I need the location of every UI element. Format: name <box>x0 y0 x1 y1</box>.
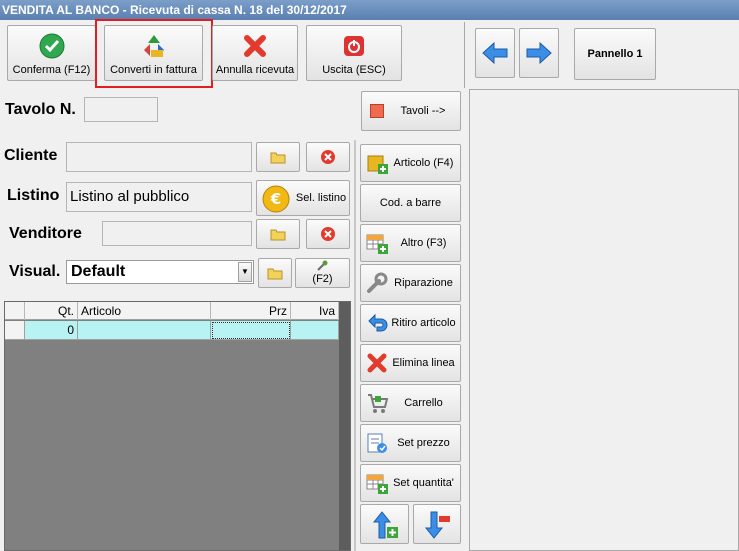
grid-add-icon <box>366 234 388 254</box>
col-qt: Qt. <box>25 302 78 320</box>
folder-icon <box>267 268 283 280</box>
price-tag-icon <box>367 433 387 453</box>
euro-coin-icon: € <box>262 185 290 213</box>
set-prezzo-label: Set prezzo <box>397 437 450 449</box>
toolbar-divider <box>464 22 465 88</box>
venditore-label: Venditore <box>9 225 82 242</box>
carrello-label: Carrello <box>404 397 443 409</box>
arrow-down-remove-icon <box>424 511 450 539</box>
f2-label: (F2) <box>312 273 333 285</box>
grid-header-indicator <box>5 302 25 320</box>
f2-button[interactable]: (F2) <box>295 258 350 288</box>
chevron-down-icon[interactable]: ▼ <box>238 262 252 282</box>
riparazione-label: Riparazione <box>394 277 453 289</box>
folder-icon <box>270 229 286 241</box>
sel-listino-button[interactable]: € Sel. listino <box>256 180 350 216</box>
set-prezzo-button[interactable]: Set prezzo <box>360 424 461 462</box>
arrow-up-add-icon <box>372 511 398 539</box>
clear-icon <box>321 150 335 164</box>
cell-qt[interactable]: 0 <box>25 321 78 340</box>
exit-label: Uscita (ESC) <box>322 64 386 76</box>
wrench-icon <box>317 260 328 271</box>
ritiro-button[interactable]: Ritiro articolo <box>360 304 461 342</box>
delete-icon <box>367 353 387 373</box>
venditore-field[interactable] <box>102 221 252 246</box>
cell-prz[interactable] <box>211 321 291 340</box>
square-icon <box>370 104 384 118</box>
folder-icon <box>270 152 286 164</box>
altro-label: Altro (F3) <box>400 237 447 249</box>
col-prz: Prz <box>211 302 291 320</box>
side-divider <box>354 140 356 551</box>
visual-label: Visual. <box>9 263 61 280</box>
cancel-receipt-button[interactable]: Annulla ricevuta <box>212 25 298 81</box>
grid-add-icon <box>366 474 388 494</box>
nav-forward-button[interactable] <box>519 28 559 78</box>
venditore-clear-button[interactable] <box>306 219 350 249</box>
cell-iva[interactable] <box>291 321 339 340</box>
convert-label: Converti in fattura <box>110 64 197 76</box>
venditore-folder-button[interactable] <box>256 219 300 249</box>
move-up-button[interactable] <box>360 504 409 544</box>
tavoli-button[interactable]: Tavoli --> <box>361 91 461 131</box>
grid-header: Qt. Articolo Prz Iva <box>5 302 350 320</box>
items-grid[interactable]: Qt. Articolo Prz Iva 0 <box>4 301 351 551</box>
wrench-icon <box>367 272 388 293</box>
right-panel <box>469 89 739 551</box>
clear-icon <box>321 227 335 241</box>
cart-icon <box>368 394 389 413</box>
convert-invoice-button[interactable]: Converti in fattura <box>104 25 203 81</box>
ritiro-label: Ritiro articolo <box>391 317 456 329</box>
listino-label: Listino <box>7 187 60 204</box>
panel-button[interactable]: Pannello 1 <box>574 28 656 80</box>
table-row[interactable]: 0 <box>5 321 350 340</box>
confirm-button[interactable]: Conferma (F12) <box>7 25 96 81</box>
move-down-button[interactable] <box>413 504 461 544</box>
nav-back-button[interactable] <box>475 28 515 78</box>
cell-articolo[interactable] <box>78 321 211 340</box>
visual-select[interactable]: Default ▼ <box>66 260 254 284</box>
elimina-button[interactable]: Elimina linea <box>360 344 461 382</box>
row-indicator <box>5 321 25 340</box>
articolo-button[interactable]: Articolo (F4) <box>360 144 461 182</box>
col-iva: Iva <box>291 302 339 320</box>
cod-barre-button[interactable]: Cod. a barre <box>360 184 461 222</box>
power-icon <box>344 36 364 56</box>
riparazione-button[interactable]: Riparazione <box>360 264 461 302</box>
window-title: VENDITA AL BANCO - Ricevuta di cassa N. … <box>0 0 739 20</box>
set-quantita-label: Set quantita' <box>393 477 454 489</box>
scrollbar[interactable] <box>339 302 350 550</box>
check-icon <box>39 33 64 59</box>
svg-text:€: € <box>270 190 281 208</box>
cliente-label: Cliente <box>4 147 58 164</box>
confirm-label: Conferma (F12) <box>12 64 91 76</box>
exit-button[interactable]: Uscita (ESC) <box>306 25 402 81</box>
carrello-button[interactable]: Carrello <box>360 384 461 422</box>
cod-barre-label: Cod. a barre <box>379 197 442 209</box>
visual-value: Default <box>71 263 126 280</box>
visual-folder-button[interactable] <box>258 258 292 288</box>
cliente-clear-button[interactable] <box>306 142 350 172</box>
tavolo-label: Tavolo N. <box>5 101 76 118</box>
tavolo-field[interactable] <box>84 97 158 122</box>
x-icon <box>244 35 266 57</box>
listino-field[interactable]: Listino al pubblico <box>66 182 252 212</box>
box-add-icon <box>367 155 388 174</box>
articolo-label: Articolo (F4) <box>393 157 454 169</box>
tavoli-label: Tavoli --> <box>400 105 446 117</box>
set-quantita-button[interactable]: Set quantita' <box>360 464 461 502</box>
sel-listino-label: Sel. listino <box>295 192 347 204</box>
elimina-label: Elimina linea <box>392 357 455 369</box>
cliente-folder-button[interactable] <box>256 142 300 172</box>
altro-button[interactable]: Altro (F3) <box>360 224 461 262</box>
arrow-left-icon <box>482 41 508 65</box>
cancel-label: Annulla ricevuta <box>215 64 295 76</box>
recycle-icon <box>143 35 164 57</box>
col-articolo: Articolo <box>78 302 211 320</box>
undo-icon <box>368 313 388 332</box>
cliente-field[interactable] <box>66 142 252 172</box>
arrow-right-icon <box>526 41 552 65</box>
